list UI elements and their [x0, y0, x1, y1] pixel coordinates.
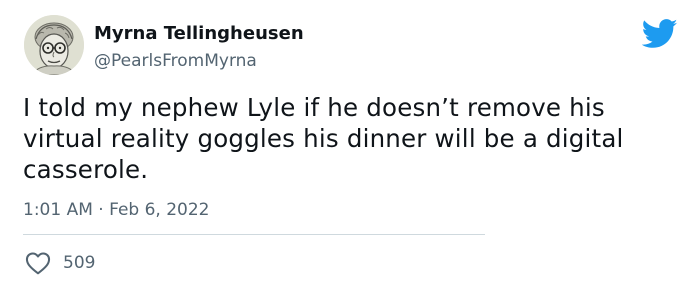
twitter-bird-icon[interactable]	[641, 19, 678, 49]
tweet-time: 1:01 AM	[23, 200, 93, 220]
tweet-text: I told my nephew Lyle if he doesn’t remo…	[23, 93, 624, 184]
like-count: 509	[63, 253, 96, 273]
divider	[23, 234, 485, 235]
tweet-timestamp[interactable]: 1:01 AM · Feb 6, 2022	[23, 198, 210, 222]
tweet-card: Myrna Tellingheusen @PearlsFromMyrna I t…	[0, 0, 700, 288]
tweet-date: Feb 6, 2022	[109, 200, 210, 220]
like-button[interactable]: 509	[25, 250, 95, 276]
heart-icon	[25, 252, 51, 275]
meta-separator: ·	[98, 200, 104, 220]
avatar[interactable]	[24, 15, 84, 75]
author-handle[interactable]: @PearlsFromMyrna	[94, 50, 257, 72]
author-name[interactable]: Myrna Tellingheusen	[94, 22, 304, 46]
avatar-image	[24, 15, 84, 75]
